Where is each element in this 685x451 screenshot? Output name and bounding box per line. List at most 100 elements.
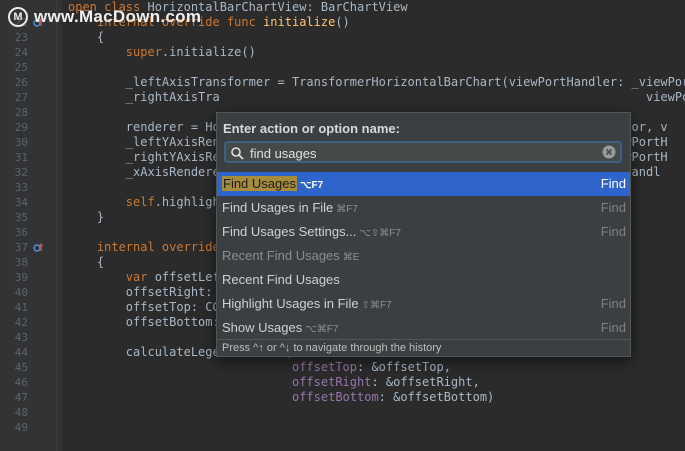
action-label: Show Usages bbox=[222, 320, 303, 335]
code-token: renderer = Ho bbox=[68, 120, 220, 134]
action-result-item[interactable]: Show Usages ⌥⌘F7 Find bbox=[217, 316, 630, 340]
code-text: internal override bbox=[68, 240, 220, 255]
line-number: 45 bbox=[14, 361, 28, 374]
code-token: _rightAxisTra bbox=[68, 90, 220, 104]
action-result-item[interactable]: Recent Find Usages bbox=[217, 268, 630, 292]
code-token: _leftAxisTransformer = TransformerHorizo… bbox=[68, 75, 685, 89]
code-token: : BarChartView bbox=[306, 0, 408, 14]
popup-footer-hint: Press ^↑ or ^↓ to navigate through the h… bbox=[217, 339, 630, 356]
code-line[interactable]: 49 bbox=[0, 420, 685, 435]
action-result-item[interactable]: Highlight Usages in File ⇧⌘F7 Find bbox=[217, 292, 630, 316]
code-text: offsetBottom: &offsetBottom) bbox=[68, 390, 494, 405]
code-line[interactable]: 46 offsetRight: &offsetRight, bbox=[0, 375, 685, 390]
code-token: self bbox=[125, 195, 155, 209]
action-result-item[interactable]: Find Usages Settings... ⌥⇧⌘F7 Find bbox=[217, 220, 630, 244]
line-number: 37 bbox=[14, 241, 28, 254]
line-number: 48 bbox=[14, 406, 28, 419]
action-label: Recent Find Usages bbox=[222, 272, 340, 287]
line-number: 40 bbox=[14, 286, 28, 299]
line-number: 35 bbox=[14, 211, 28, 224]
clear-search-icon[interactable] bbox=[602, 145, 616, 159]
line-number: 43 bbox=[14, 331, 28, 344]
line-number: 31 bbox=[14, 151, 28, 164]
action-label: Find Usages Settings... bbox=[222, 224, 357, 239]
keyboard-shortcut: ⌥F7 bbox=[299, 180, 324, 191]
code-text: offsetBottom: bbox=[68, 315, 220, 330]
code-token: offsetBottom bbox=[291, 390, 379, 404]
line-number: 38 bbox=[14, 256, 28, 269]
macdown-logo: M bbox=[8, 7, 28, 27]
code-line[interactable]: 48 bbox=[0, 405, 685, 420]
code-text: super.initialize() bbox=[68, 45, 256, 60]
action-result-item[interactable]: Recent Find Usages ⌘E bbox=[217, 244, 630, 268]
action-group-label: Find bbox=[600, 320, 626, 335]
code-token: var bbox=[125, 270, 155, 284]
code-line[interactable]: 45 offsetTop: &offsetTop, bbox=[0, 360, 685, 375]
action-label: Highlight Usages in File bbox=[222, 296, 359, 311]
code-text: } bbox=[68, 210, 104, 225]
keyboard-shortcut: ⌥⌘F7 bbox=[305, 324, 339, 335]
action-group-label: Find bbox=[600, 296, 626, 311]
action-result-item[interactable]: Find Usages in File ⌘F7 Find bbox=[217, 196, 630, 220]
line-number: 26 bbox=[14, 76, 28, 89]
line-number: 32 bbox=[14, 166, 28, 179]
line-number: 46 bbox=[14, 376, 28, 389]
code-line[interactable]: 24 super.initialize() bbox=[0, 45, 685, 60]
code-text: self.highlight bbox=[68, 195, 227, 210]
line-number: 29 bbox=[14, 121, 28, 134]
keyboard-shortcut: ⇧⌘F7 bbox=[361, 300, 392, 311]
code-token: offsetRight: C bbox=[68, 285, 227, 299]
action-group-label: Find bbox=[600, 200, 626, 215]
popup-title: Enter action or option name: bbox=[223, 121, 400, 136]
code-token: : &offsetBottom) bbox=[378, 390, 495, 404]
code-line[interactable]: 47 offsetBottom: &offsetBottom) bbox=[0, 390, 685, 405]
find-action-popup: Enter action or option name: Find Usages… bbox=[216, 112, 631, 357]
line-number: 30 bbox=[14, 136, 28, 149]
action-search-input[interactable] bbox=[248, 145, 592, 162]
code-text: var offsetLeft bbox=[68, 270, 227, 285]
code-token: offsetRight bbox=[291, 375, 372, 389]
code-token: super bbox=[125, 45, 162, 59]
code-text: _rightAxisTra viewPort bbox=[68, 90, 685, 105]
code-line[interactable]: 27 _rightAxisTra viewPort bbox=[0, 90, 685, 105]
watermark: M www.MacDown.com bbox=[8, 6, 201, 28]
code-text: _leftAxisTransformer = TransformerHorizo… bbox=[68, 75, 685, 90]
line-number: 36 bbox=[14, 226, 28, 239]
code-line[interactable]: 26 _leftAxisTransformer = TransformerHor… bbox=[0, 75, 685, 90]
code-text: offsetRight: C bbox=[68, 285, 227, 300]
code-line[interactable]: 25 bbox=[0, 60, 685, 75]
code-token: _xAxisRendere bbox=[68, 165, 220, 179]
code-token: : &offsetRight, bbox=[371, 375, 480, 389]
line-number: 25 bbox=[14, 61, 28, 74]
action-group-label: Find bbox=[600, 176, 626, 191]
action-results-list: Find Usages ⌥F7 Find Find Usages in File ⌘F7… bbox=[217, 172, 630, 340]
watermark-text: www.MacDown.com bbox=[34, 7, 202, 26]
code-token: { bbox=[68, 30, 105, 44]
code-token: .initialize() bbox=[161, 45, 256, 59]
line-number: 33 bbox=[14, 181, 28, 194]
action-group-label: Find bbox=[600, 224, 626, 239]
line-number: 23 bbox=[14, 31, 28, 44]
action-result-item[interactable]: Find Usages ⌥F7 Find bbox=[217, 172, 630, 196]
line-number: 34 bbox=[14, 196, 28, 209]
code-token: } bbox=[68, 210, 105, 224]
code-token: internal override bbox=[96, 240, 220, 254]
code-text: offsetRight: &offsetRight, bbox=[68, 375, 480, 390]
keyboard-shortcut: ⌘E bbox=[342, 252, 360, 263]
code-token: () bbox=[335, 15, 350, 29]
code-token: initialize bbox=[263, 15, 336, 29]
keyboard-shortcut: ⌥⇧⌘F7 bbox=[359, 228, 401, 239]
override-method-icon[interactable] bbox=[33, 243, 43, 253]
action-search-field[interactable] bbox=[224, 141, 622, 163]
code-text: offsetTop: CG bbox=[68, 300, 220, 315]
line-number: 27 bbox=[14, 91, 28, 104]
code-text: { bbox=[68, 255, 104, 270]
code-line[interactable]: 23 { bbox=[0, 30, 685, 45]
